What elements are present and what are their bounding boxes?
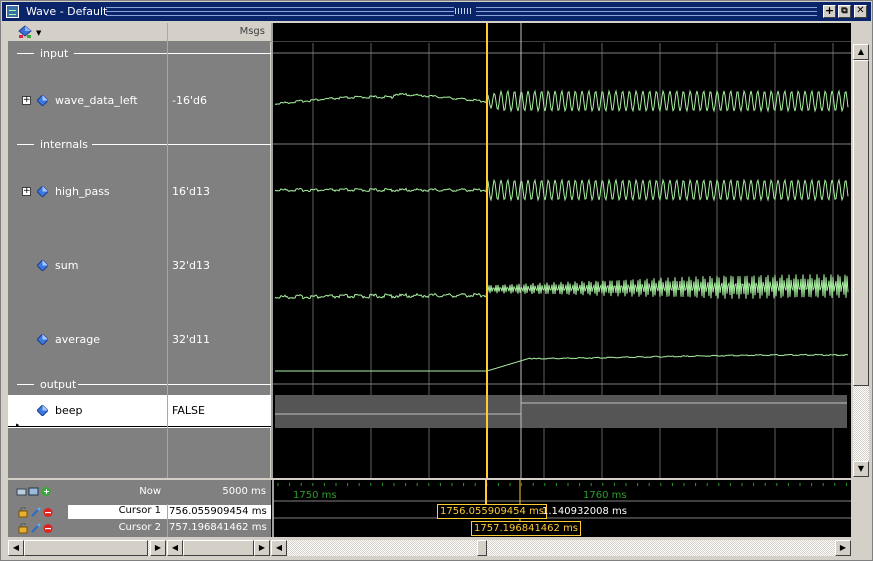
value-sum: 32'd13 <box>172 259 211 272</box>
values-hscroll-thumb[interactable] <box>183 540 254 556</box>
diamond-icon <box>37 186 48 197</box>
group-divider <box>92 144 167 145</box>
signal-name-average[interactable]: average <box>55 333 100 346</box>
signal-values-pane: Msgs -16'd6 16'd13 32'd13 32'd11 FALSE <box>167 23 271 478</box>
signal-name-wave-data-left[interactable]: wave_data_left <box>55 94 138 107</box>
values-hscrollbar[interactable]: ◀ ▶ <box>167 540 270 556</box>
cursor2-lock-icon[interactable] <box>18 523 54 534</box>
scroll-right-button[interactable]: ▶ <box>835 540 851 556</box>
signal-name-beep[interactable]: beep <box>55 404 83 417</box>
timeline-area[interactable]: 1750 ms 1760 ms 1756.055909454 ms 1.1409… <box>272 480 851 537</box>
wave-window-icon <box>6 5 19 18</box>
wave-tool-icon[interactable] <box>18 25 34 40</box>
expand-toggle[interactable]: + <box>22 96 31 105</box>
group-divider <box>168 144 271 145</box>
undock-button[interactable]: ⧉ <box>838 5 851 18</box>
cursor1-label: Cursor 1 <box>118 505 161 516</box>
values-header: Msgs <box>168 23 271 42</box>
diamond-icon <box>37 334 48 345</box>
close-button[interactable]: ✕ <box>854 5 867 18</box>
title-bar[interactable]: Wave - Default + ⧉ ✕ <box>2 2 871 21</box>
diamond-icon <box>37 260 48 271</box>
group-label-internals[interactable]: internals <box>40 138 88 151</box>
now-label: Now <box>139 486 161 497</box>
cursor1-value-field[interactable]: 756.055909454 ms <box>168 505 271 519</box>
group-divider <box>168 384 271 385</box>
wave-hscroll-thumb[interactable] <box>477 540 487 556</box>
cursor-delta: 1.140932008 ms <box>542 506 627 517</box>
group-divider <box>74 53 167 54</box>
scroll-right-button[interactable]: ▶ <box>150 540 166 556</box>
cursor1-value: 756.055909454 ms <box>169 506 267 517</box>
cursor2-time-marker[interactable]: 1757.196841462 ms <box>471 521 582 536</box>
cursor2-label[interactable]: Cursor 2 <box>68 522 161 533</box>
beep-selection-bar <box>275 395 847 428</box>
group-divider <box>17 384 34 385</box>
waveform-canvas[interactable] <box>273 23 851 478</box>
scroll-up-button[interactable]: ▲ <box>853 44 869 60</box>
vertical-scroll-thumb[interactable] <box>853 60 869 386</box>
cursor-tools-icon[interactable] <box>16 486 52 497</box>
title-grip-dots[interactable] <box>455 8 473 14</box>
signal-names-pane: ▼ input + wave_data_left internals + hig… <box>8 23 167 478</box>
group-divider <box>17 53 34 54</box>
value-beep: FALSE <box>172 404 205 417</box>
scroll-left-button[interactable]: ◀ <box>8 540 24 556</box>
chevron-down-icon[interactable]: ▼ <box>36 29 41 37</box>
group-divider <box>168 53 271 54</box>
group-divider <box>78 384 167 385</box>
cursor1-lock-icon[interactable] <box>18 507 54 518</box>
window-title: Wave - Default <box>26 5 108 18</box>
row-divider <box>168 426 271 427</box>
row-divider <box>8 426 167 427</box>
wave-hscrollbar[interactable]: ◀ ▶ <box>271 540 851 556</box>
wave-window: Wave - Default + ⧉ ✕ ▼ input + wave_data… <box>0 0 873 561</box>
expand-toggle[interactable]: + <box>22 187 31 196</box>
timeline-label-1750: 1750 ms <box>293 490 337 501</box>
cursor-pane: Now 5000 ms Cursor 1 756.055909454 ms Cu… <box>8 480 851 537</box>
wave-trace-sum <box>274 274 849 300</box>
waveform-pane[interactable] <box>271 23 851 478</box>
group-label-input[interactable]: input <box>40 47 68 60</box>
cursor1-time-marker[interactable]: 1756.055909454 ms <box>437 504 548 519</box>
names-header: ▼ <box>8 23 167 42</box>
selected-signal-row[interactable] <box>8 395 167 428</box>
cursor1-name-field[interactable]: Cursor 1 <box>68 505 167 519</box>
wave-trace-average <box>275 353 849 372</box>
pointer-marker: ▸ <box>16 421 20 429</box>
group-label-output[interactable]: output <box>40 378 76 391</box>
dock-button[interactable]: + <box>823 5 836 18</box>
scroll-down-button[interactable]: ▼ <box>853 461 869 477</box>
names-hscroll-thumb[interactable] <box>24 540 148 556</box>
signal-name-sum[interactable]: sum <box>55 259 78 272</box>
cursor1-marker-label: 1756.055909454 ms <box>440 506 545 517</box>
diamond-icon <box>37 95 48 106</box>
scroll-left-button[interactable]: ◀ <box>271 540 287 556</box>
scroll-left-button[interactable]: ◀ <box>167 540 183 556</box>
title-grip <box>476 7 817 16</box>
wave-trace-high-pass <box>274 178 849 202</box>
vertical-scrollbar[interactable]: ▲ ▼ <box>853 44 869 477</box>
scroll-right-button[interactable]: ▶ <box>254 540 270 556</box>
value-wave-data-left: -16'd6 <box>172 94 207 107</box>
timeline-label-1760: 1760 ms <box>583 490 627 501</box>
names-hscrollbar[interactable]: ◀ ▶ <box>8 540 166 556</box>
group-divider <box>17 144 34 145</box>
value-average: 32'd11 <box>172 333 211 346</box>
title-grip <box>106 7 454 16</box>
values-header-label: Msgs <box>239 26 265 37</box>
wave-trace-wave-data-left <box>274 89 849 113</box>
diamond-icon <box>37 405 48 416</box>
cursor2-marker-label: 1757.196841462 ms <box>474 523 579 534</box>
now-value: 5000 ms <box>222 486 266 497</box>
cursor2-value[interactable]: 757.196841462 ms <box>169 522 267 533</box>
signal-name-high-pass[interactable]: high_pass <box>55 185 110 198</box>
value-high-pass: 16'd13 <box>172 185 211 198</box>
